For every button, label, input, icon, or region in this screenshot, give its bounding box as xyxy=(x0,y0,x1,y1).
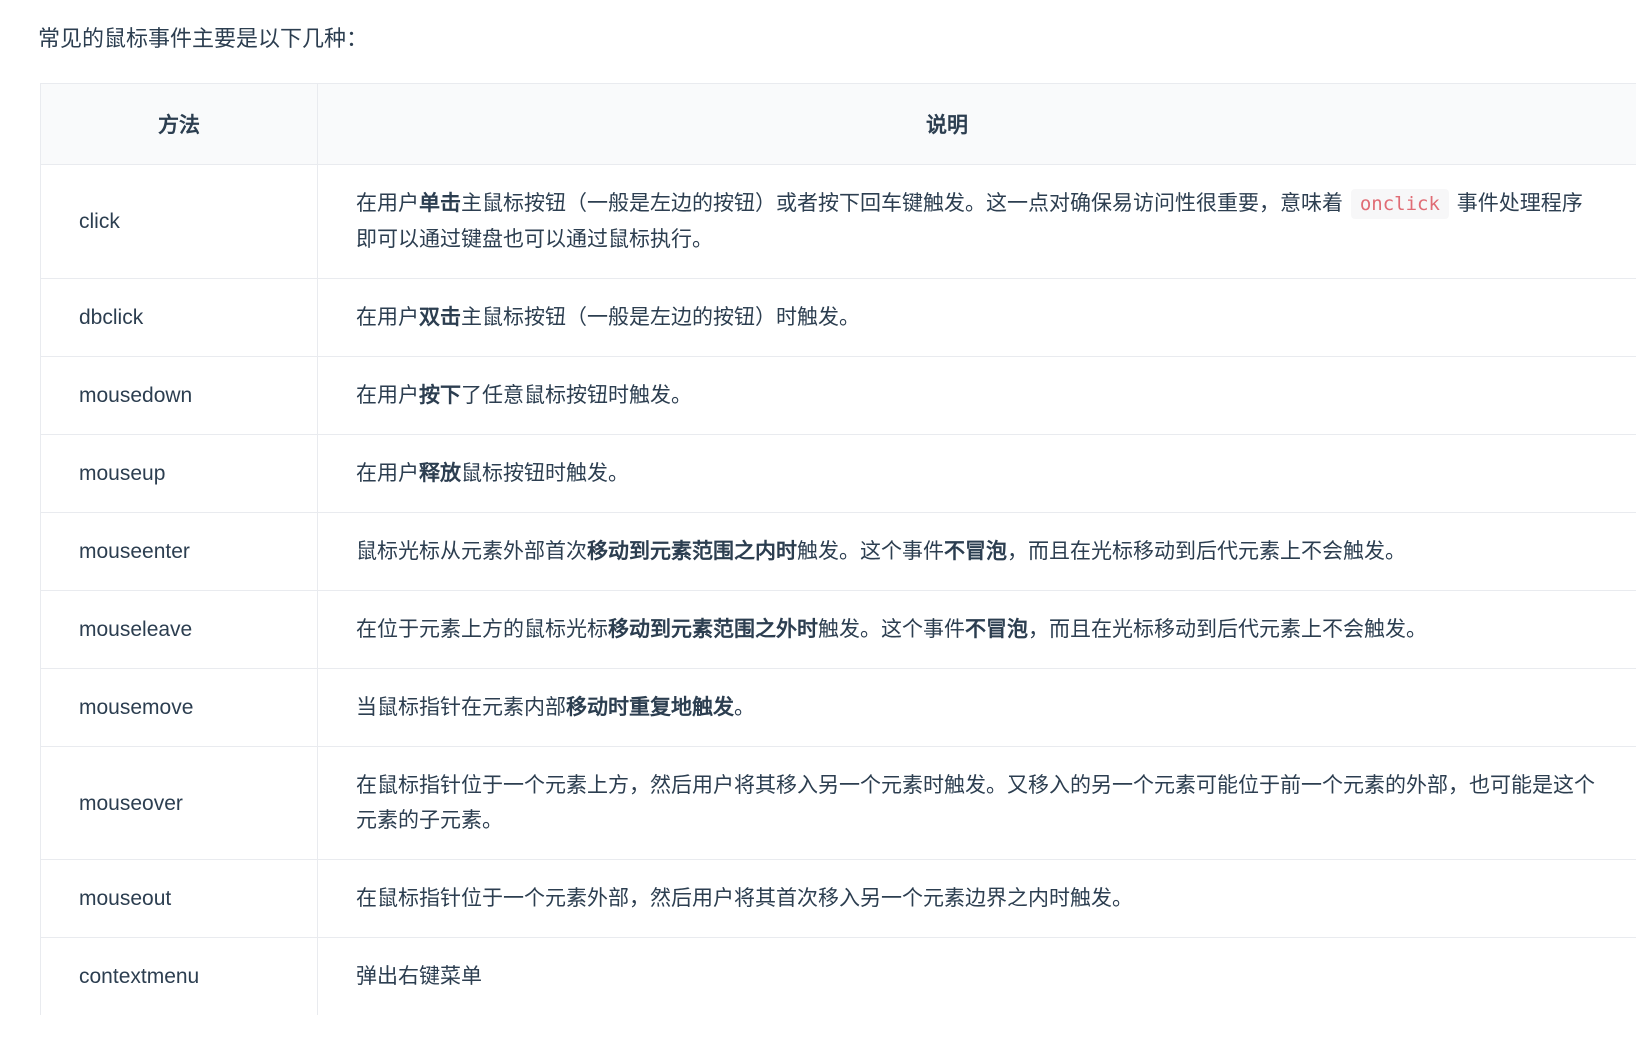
bold-text: 移动时重复地触发 xyxy=(566,696,734,719)
description-cell: 在用户单击主鼠标按钮（一般是左边的按钮）或者按下回车键触发。这一点对确保易访问性… xyxy=(318,165,1636,279)
inline-code: onclick xyxy=(1351,189,1449,219)
description-text: 主鼠标按钮（一般是左边的按钮）或者按下回车键触发。这一点对确保易访问性很重要，意… xyxy=(461,192,1349,215)
description-cell: 弹出右键菜单 xyxy=(318,938,1636,1016)
intro-text: 常见的鼠标事件主要是以下几种： xyxy=(38,24,1636,54)
table-row: mouseleave在位于元素上方的鼠标光标移动到元素范围之外时触发。这个事件不… xyxy=(41,591,1636,669)
description-text: 在鼠标指针位于一个元素上方，然后用户将其移入另一个元素时触发。又移入的另一个元素… xyxy=(356,774,1595,832)
method-cell: mouseout xyxy=(41,860,318,938)
column-header-description: 说明 xyxy=(318,84,1636,165)
method-cell: click xyxy=(41,165,318,279)
table-row: mouseout 在鼠标指针位于一个元素外部，然后用户将其首次移入另一个元素边界之… xyxy=(41,860,1636,938)
column-header-method: 方法 xyxy=(41,84,318,165)
description-cell: 在鼠标指针位于一个元素外部，然后用户将其首次移入另一个元素边界之内时触发。 xyxy=(318,860,1636,938)
table-row: mousemove当鼠标指针在元素内部移动时重复地触发。 xyxy=(41,669,1636,747)
description-text: 。 xyxy=(734,696,755,719)
description-cell: 在用户释放鼠标按钮时触发。 xyxy=(318,435,1636,513)
table-row: mouseup在用户释放鼠标按钮时触发。 xyxy=(41,435,1636,513)
description-text: 鼠标光标从元素外部首次 xyxy=(356,540,587,563)
description-cell: 在鼠标指针位于一个元素上方，然后用户将其移入另一个元素时触发。又移入的另一个元素… xyxy=(318,747,1636,860)
description-text: 弹出右键菜单 xyxy=(356,965,482,988)
bold-text: 移动到元素范围之外时 xyxy=(608,618,818,641)
bold-text: 不冒泡 xyxy=(944,540,1007,563)
bold-text: 按下 xyxy=(419,384,461,407)
bold-text: 释放 xyxy=(419,462,461,485)
table-row: dbclick在用户双击主鼠标按钮（一般是左边的按钮）时触发。 xyxy=(41,279,1636,357)
description-text: 鼠标按钮时触发。 xyxy=(461,462,629,485)
method-cell: contextmenu xyxy=(41,938,318,1016)
table-row: mousedown在用户按下了任意鼠标按钮时触发。 xyxy=(41,357,1636,435)
description-cell: 鼠标光标从元素外部首次移动到元素范围之内时触发。这个事件不冒泡，而且在光标移动到… xyxy=(318,513,1636,591)
method-cell: mouseup xyxy=(41,435,318,513)
description-text: 在用户 xyxy=(356,192,419,215)
description-cell: 在用户双击主鼠标按钮（一般是左边的按钮）时触发。 xyxy=(318,279,1636,357)
mouse-events-table: 方法 说明 click在用户单击主鼠标按钮（一般是左边的按钮）或者按下回车键触发… xyxy=(40,83,1636,1015)
method-cell: mouseleave xyxy=(41,591,318,669)
table-header-row: 方法 说明 xyxy=(41,84,1636,165)
description-text: 触发。这个事件 xyxy=(818,618,965,641)
description-text: 触发。这个事件 xyxy=(797,540,944,563)
description-text: 在用户 xyxy=(356,384,419,407)
table-row: mouseenter鼠标光标从元素外部首次移动到元素范围之内时触发。这个事件不冒… xyxy=(41,513,1636,591)
method-cell: mouseover xyxy=(41,747,318,860)
description-text: 在用户 xyxy=(356,462,419,485)
description-text: ，而且在光标移动到后代元素上不会触发。 xyxy=(1028,618,1427,641)
description-text: 了任意鼠标按钮时触发。 xyxy=(461,384,692,407)
description-text: ，而且在光标移动到后代元素上不会触发。 xyxy=(1007,540,1406,563)
description-text: 在位于元素上方的鼠标光标 xyxy=(356,618,608,641)
bold-text: 双击 xyxy=(419,306,461,329)
description-text: 在用户 xyxy=(356,306,419,329)
table-row: click在用户单击主鼠标按钮（一般是左边的按钮）或者按下回车键触发。这一点对确… xyxy=(41,165,1636,279)
table-body: click在用户单击主鼠标按钮（一般是左边的按钮）或者按下回车键触发。这一点对确… xyxy=(41,165,1636,1016)
method-cell: mouseenter xyxy=(41,513,318,591)
method-cell: mousedown xyxy=(41,357,318,435)
description-cell: 在位于元素上方的鼠标光标移动到元素范围之外时触发。这个事件不冒泡，而且在光标移动… xyxy=(318,591,1636,669)
description-cell: 当鼠标指针在元素内部移动时重复地触发。 xyxy=(318,669,1636,747)
table-row: mouseover 在鼠标指针位于一个元素上方，然后用户将其移入另一个元素时触发。… xyxy=(41,747,1636,860)
description-text: 当鼠标指针在元素内部 xyxy=(356,696,566,719)
description-text: 主鼠标按钮（一般是左边的按钮）时触发。 xyxy=(461,306,860,329)
bold-text: 移动到元素范围之内时 xyxy=(587,540,797,563)
method-cell: dbclick xyxy=(41,279,318,357)
table-row: contextmenu 弹出右键菜单 xyxy=(41,938,1636,1016)
bold-text: 不冒泡 xyxy=(965,618,1028,641)
bold-text: 单击 xyxy=(419,192,461,215)
description-text: 在鼠标指针位于一个元素外部，然后用户将其首次移入另一个元素边界之内时触发。 xyxy=(356,887,1133,910)
method-cell: mousemove xyxy=(41,669,318,747)
description-cell: 在用户按下了任意鼠标按钮时触发。 xyxy=(318,357,1636,435)
